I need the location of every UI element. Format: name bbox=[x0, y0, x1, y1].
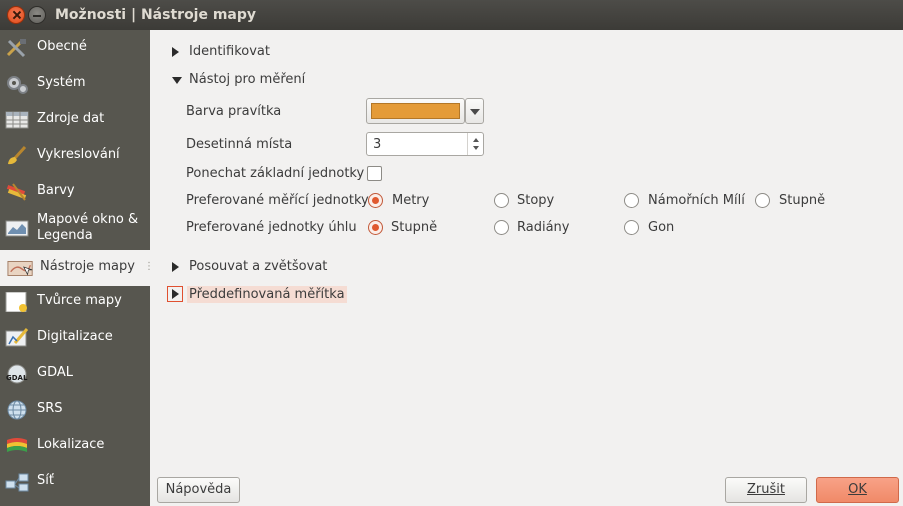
window-minimize-button[interactable] bbox=[28, 6, 46, 24]
sidebar-item-label: Lokalizace bbox=[37, 437, 105, 452]
angle-radio-degrees[interactable] bbox=[368, 220, 383, 235]
measure-units-label: Preferované měřící jednotky bbox=[186, 193, 369, 208]
options-sidebar: Obecné Systém Zdroje dat Vykreslování Ba… bbox=[0, 30, 154, 506]
ruler-color-swatch bbox=[371, 103, 460, 119]
angle-units-label: Preferované jednotky úhlu bbox=[186, 220, 357, 235]
collapse-arrow-icon[interactable] bbox=[172, 77, 182, 84]
ruler-color-label: Barva pravítka bbox=[186, 104, 282, 119]
map-tools-icon bbox=[7, 261, 33, 276]
keep-base-units-label: Ponechat základní jednotky bbox=[186, 166, 365, 181]
globe-icon bbox=[7, 400, 27, 420]
sidebar-item-gdal[interactable]: GDAL GDAL bbox=[0, 356, 150, 392]
units-radio-degrees[interactable] bbox=[755, 193, 770, 208]
composer-icon bbox=[5, 292, 27, 312]
angle-radio-gon[interactable] bbox=[624, 220, 639, 235]
sidebar-item-label: GDAL bbox=[37, 365, 73, 380]
sidebar-item-label: Digitalizace bbox=[37, 329, 113, 344]
sidebar-item-label: Nástroje mapy bbox=[40, 259, 135, 274]
sidebar-item-locale[interactable]: Lokalizace bbox=[0, 428, 150, 464]
ok-button[interactable]: OK bbox=[816, 477, 899, 503]
gdal-icon: GDAL bbox=[6, 364, 28, 384]
decimals-value: 3 bbox=[373, 137, 382, 152]
sidebar-item-digitizing[interactable]: Digitalizace bbox=[0, 320, 150, 356]
section-title: Identifikovat bbox=[189, 44, 270, 59]
tools-icon bbox=[6, 39, 26, 58]
sidebar-item-colors[interactable]: Barvy bbox=[0, 174, 150, 210]
digitizing-icon bbox=[5, 328, 29, 347]
expand-arrow-icon[interactable] bbox=[172, 262, 179, 272]
brush-icon bbox=[8, 146, 27, 165]
units-label-degrees: Stupně bbox=[779, 193, 826, 208]
window-close-button[interactable] bbox=[7, 6, 25, 24]
cancel-button[interactable]: Zrušit bbox=[725, 477, 807, 503]
expand-toggle[interactable] bbox=[167, 286, 183, 302]
sidebar-item-label: Síť bbox=[37, 473, 54, 488]
sidebar-item-map-tools[interactable]: Nástroje mapy ⋮ bbox=[0, 250, 154, 286]
ruler-color-button[interactable] bbox=[366, 98, 465, 124]
map-tools-panel: Identifikovat Nástoj pro měření Barva pr… bbox=[150, 30, 903, 506]
section-title: Nástoj pro měření bbox=[189, 72, 306, 87]
spin-up-icon[interactable] bbox=[473, 138, 479, 142]
angle-label-gon: Gon bbox=[648, 220, 675, 235]
gears-icon bbox=[7, 76, 28, 94]
sidebar-item-rendering[interactable]: Vykreslování bbox=[0, 138, 150, 174]
section-title: Předdefinovaná měřítka bbox=[187, 286, 347, 303]
spin-down-icon[interactable] bbox=[473, 146, 479, 150]
sidebar-item-label: Tvůrce mapy bbox=[37, 293, 122, 308]
sidebar-item-label: Zdroje dat bbox=[37, 111, 105, 126]
decimals-label: Desetinná místa bbox=[186, 137, 293, 152]
units-label-meters: Metry bbox=[392, 193, 430, 208]
sidebar-item-label: Mapové okno & Legenda bbox=[37, 212, 139, 243]
units-radio-meters[interactable] bbox=[368, 193, 383, 208]
angle-radio-radians[interactable] bbox=[494, 220, 509, 235]
spin-buttons[interactable] bbox=[467, 133, 483, 155]
map-canvas-icon bbox=[5, 220, 29, 237]
table-icon bbox=[5, 111, 29, 129]
sidebar-item-label: Systém bbox=[37, 75, 86, 90]
units-radio-nautical-miles[interactable] bbox=[624, 193, 639, 208]
units-label-nautical-miles: Námořních Mílí bbox=[648, 193, 745, 208]
section-title: Posouvat a zvětšovat bbox=[189, 259, 328, 274]
cancel-label: Zrušit bbox=[747, 482, 785, 497]
network-icon bbox=[5, 473, 29, 492]
flags-icon bbox=[7, 438, 27, 452]
window-title: Možnosti | Nástroje mapy bbox=[55, 7, 257, 23]
help-button[interactable]: Nápověda bbox=[157, 477, 240, 503]
keep-base-units-checkbox[interactable] bbox=[367, 166, 382, 181]
ruler-color-dropdown-button[interactable] bbox=[465, 98, 484, 124]
angle-label-radians: Radiány bbox=[517, 220, 570, 235]
sidebar-item-composer[interactable]: Tvůrce mapy bbox=[0, 284, 150, 320]
sidebar-item-label: Barvy bbox=[37, 183, 75, 198]
sidebar-item-label: Obecné bbox=[37, 39, 87, 54]
sidebar-item-general[interactable]: Obecné bbox=[0, 30, 150, 66]
sidebar-item-srs[interactable]: SRS bbox=[0, 392, 150, 428]
sidebar-item-network[interactable]: Síť bbox=[0, 464, 150, 500]
angle-label-degrees: Stupně bbox=[391, 220, 438, 235]
sidebar-item-label: Vykreslování bbox=[37, 147, 120, 162]
expand-arrow-icon[interactable] bbox=[172, 47, 179, 57]
expand-arrow-icon[interactable] bbox=[172, 289, 179, 299]
units-label-feet: Stopy bbox=[517, 193, 555, 208]
colors-icon bbox=[6, 183, 27, 201]
sidebar-item-label: SRS bbox=[37, 401, 63, 416]
sidebar-item-map-canvas-legend[interactable]: Mapové okno & Legenda bbox=[0, 210, 150, 246]
units-radio-feet[interactable] bbox=[494, 193, 509, 208]
ok-label: OK bbox=[848, 482, 867, 497]
title-bar: Možnosti | Nástroje mapy bbox=[0, 0, 903, 30]
sidebar-item-system[interactable]: Systém bbox=[0, 66, 150, 102]
svg-text:GDAL: GDAL bbox=[6, 374, 28, 382]
sidebar-item-data-sources[interactable]: Zdroje dat bbox=[0, 102, 150, 138]
decimals-spinbox[interactable]: 3 bbox=[366, 132, 484, 156]
